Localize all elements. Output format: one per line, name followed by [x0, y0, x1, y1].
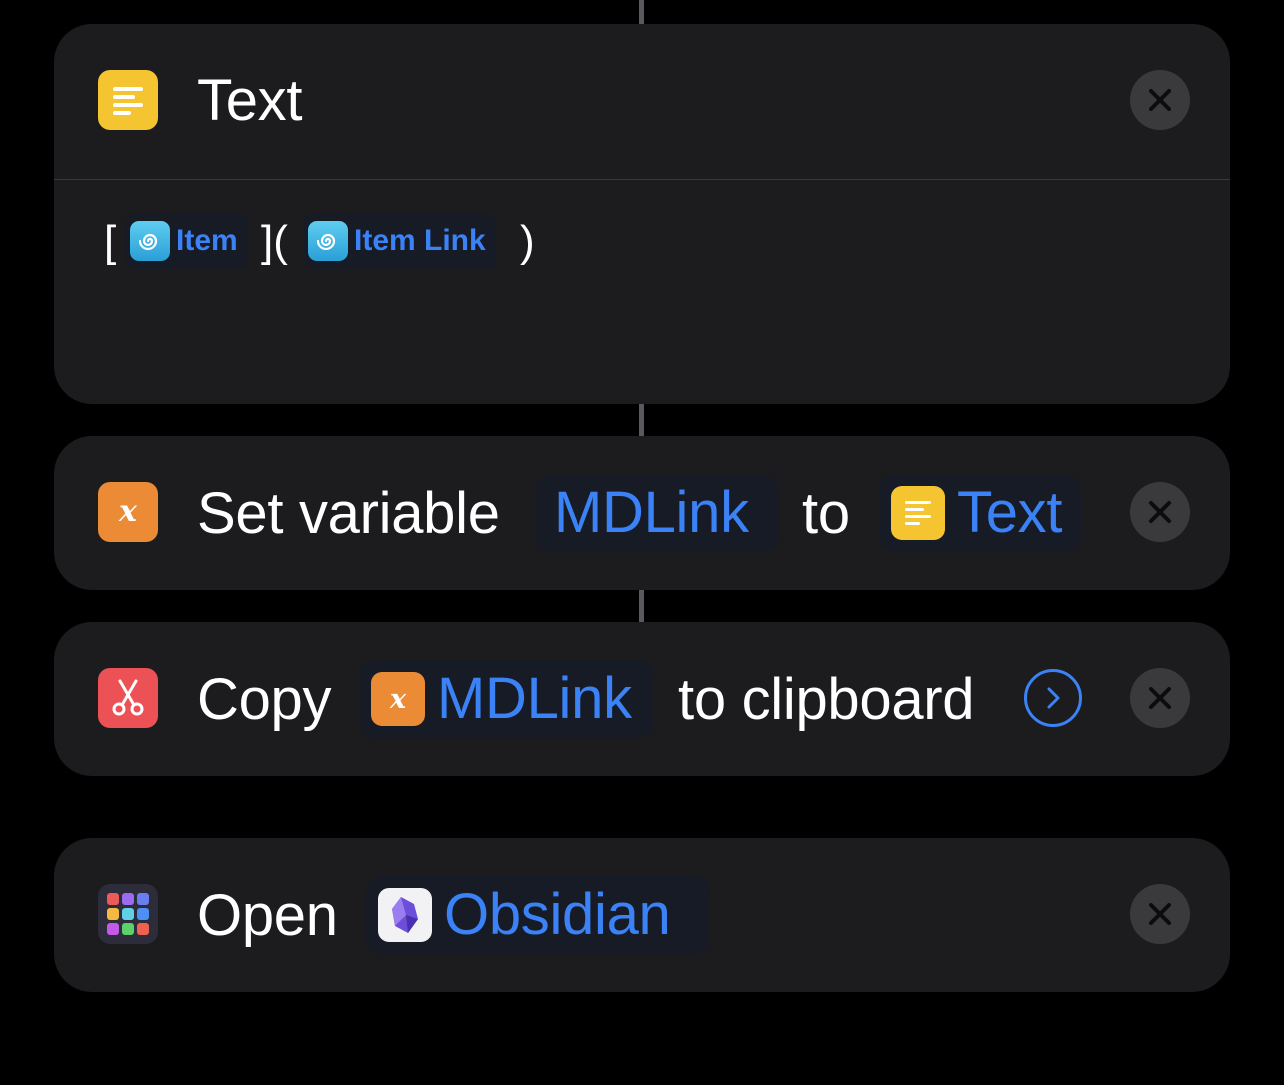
variable-name-token[interactable]: MDLink — [536, 474, 778, 552]
connector-line — [639, 590, 644, 622]
to-clipboard-label: to clipboard — [678, 667, 975, 732]
remove-action-button[interactable] — [1130, 70, 1190, 130]
connector-line — [639, 404, 644, 436]
open-label: Open — [197, 883, 338, 948]
copy-clipboard-card[interactable]: Copy x MDLink to clipboard — [54, 622, 1230, 776]
variable-name-label: MDLink — [554, 480, 749, 545]
item-token-label: Item — [176, 224, 238, 257]
set-variable-label: Set variable — [197, 481, 500, 546]
remove-action-button[interactable] — [1130, 482, 1190, 542]
copy-label: Copy — [197, 667, 332, 732]
set-variable-card[interactable]: x Set variable MDLink to Text — [54, 436, 1230, 590]
chevron-right-icon — [1047, 687, 1060, 709]
item-link-variable-token[interactable]: Item Link — [304, 213, 496, 269]
text-action-card[interactable]: Text [ Item ](Item Link) — [54, 24, 1230, 404]
open-bracket: [ — [104, 217, 117, 266]
shortcut-editor: Text [ Item ](Item Link) x Set variabl… — [0, 0, 1284, 1085]
swirl-icon — [308, 221, 348, 261]
remove-action-button[interactable] — [1130, 884, 1190, 944]
connector-line — [639, 0, 644, 24]
text-lines-icon — [891, 486, 945, 540]
close-icon — [1149, 501, 1171, 523]
swirl-icon — [130, 221, 170, 261]
open-app-card[interactable]: Open Obsidian — [54, 838, 1230, 992]
value-token-label: Text — [957, 480, 1063, 545]
remove-action-button[interactable] — [1130, 668, 1190, 728]
app-name-label: Obsidian — [444, 882, 671, 947]
text-action-title: Text — [197, 68, 303, 133]
close-icon — [1149, 89, 1171, 111]
obsidian-logo-icon — [378, 888, 432, 942]
close-icon — [1149, 903, 1171, 925]
app-picker-token[interactable]: Obsidian — [366, 876, 710, 954]
close-icon — [1149, 687, 1171, 709]
item-variable-token[interactable]: Item — [126, 213, 248, 269]
text-lines-icon — [98, 70, 158, 130]
copy-variable-label: MDLink — [437, 666, 632, 731]
variable-x-icon: x — [371, 672, 425, 726]
app-grid-icon — [98, 884, 158, 944]
scissors-icon — [98, 668, 158, 728]
value-token[interactable]: Text — [879, 474, 1081, 552]
mid-bracket: ]( — [261, 217, 288, 266]
close-paren: ) — [520, 217, 535, 266]
to-label: to — [802, 481, 850, 546]
copy-variable-token[interactable]: x MDLink — [359, 660, 654, 738]
variable-x-icon: x — [98, 482, 158, 542]
expand-options-button[interactable] — [1024, 669, 1082, 727]
item-link-token-label: Item Link — [354, 224, 486, 257]
text-content-field[interactable]: [ Item ]( Item Link ) — [54, 180, 1230, 404]
